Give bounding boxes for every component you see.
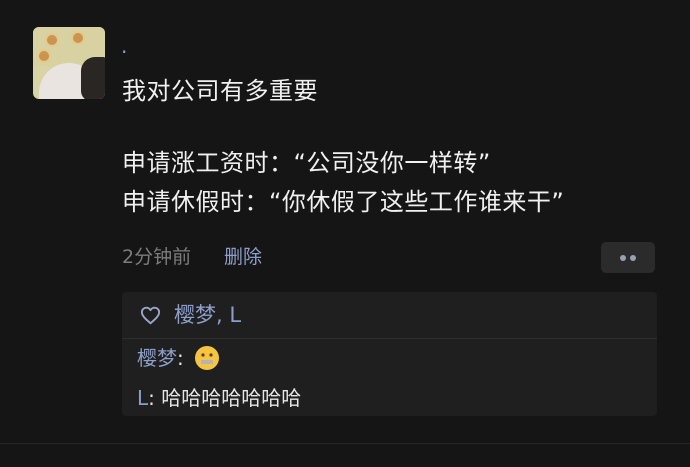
- more-dot-icon: [630, 255, 636, 261]
- post-text-line: 申请涨工资时：“公司没你一样转”: [122, 149, 491, 177]
- comment-author[interactable]: 樱梦: [137, 346, 177, 370]
- post-text-line: 申请休假时：“你休假了这些工作谁来干”: [122, 188, 565, 216]
- post-author-name[interactable]: .: [121, 36, 127, 56]
- comment-author[interactable]: L: [137, 386, 148, 410]
- avatar[interactable]: [33, 27, 105, 99]
- comment-item[interactable]: L: 哈哈哈哈哈哈哈: [137, 385, 301, 411]
- avatar-flower-decoration: [47, 35, 57, 45]
- more-dot-icon: [620, 255, 626, 261]
- heart-outline-icon: [140, 306, 161, 325]
- zipper-mouth-face-emoji-icon: [195, 346, 220, 370]
- likes-row: 樱梦, L: [122, 292, 657, 339]
- likes-names[interactable]: 樱梦, L: [174, 302, 241, 328]
- more-actions-button[interactable]: [601, 242, 655, 273]
- divider: [0, 443, 690, 444]
- avatar-flower-decoration: [39, 51, 49, 61]
- avatar-flower-decoration: [73, 33, 83, 43]
- post-timestamp: 2分钟前: [122, 246, 192, 268]
- comment-separator: :: [148, 386, 162, 410]
- comment-separator: :: [177, 346, 191, 370]
- comment-item[interactable]: 樱梦:: [137, 345, 220, 371]
- post-text-line: 我对公司有多重要: [122, 77, 318, 105]
- avatar-hair: [81, 57, 105, 99]
- delete-button[interactable]: 删除: [224, 245, 262, 269]
- comment-text: 哈哈哈哈哈哈哈: [161, 386, 302, 410]
- likes-and-comments-panel: 樱梦, L 樱梦: L: 哈哈哈哈哈哈哈: [122, 292, 657, 416]
